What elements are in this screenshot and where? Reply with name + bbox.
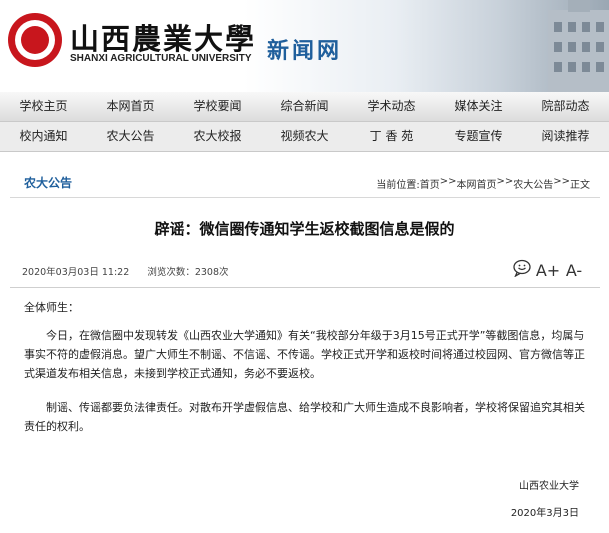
header-banner: 山西農業大學 SHANXI AGRICULTURAL UNIVERSITY 新闻… (0, 0, 609, 92)
nav-item-media[interactable]: 媒体关注 (435, 92, 522, 121)
breadcrumb-prefix: 当前位置: (376, 180, 420, 191)
sign-date: 2020年3月3日 (510, 508, 579, 519)
university-seal-logo[interactable] (8, 13, 62, 67)
breadcrumb-current: 正文 (570, 180, 590, 191)
greeting: 全体师生： (24, 301, 79, 314)
seal-core (21, 26, 49, 54)
nav-item-campus-notices[interactable]: 校内通知 (0, 122, 87, 151)
site-name[interactable]: 新闻网 (267, 33, 342, 65)
breadcrumb-site-home[interactable]: 本网首页 (456, 176, 496, 191)
signature: 山西农业大学 (519, 481, 579, 492)
article-views: 浏览次数：2308次 (147, 267, 229, 278)
seal-inner-ring (15, 20, 55, 60)
nav-item-announcements[interactable]: 农大公告 (87, 122, 174, 151)
section-title[interactable]: 农大公告 (24, 174, 72, 191)
section-header: 农大公告 当前位置: 首页 >> 本网首页 >> 农大公告 >> 正文 (10, 166, 600, 198)
article-title: 辟谣：微信圈传通知学生返校截图信息是假的 (154, 220, 455, 238)
university-name-en: SHANXI AGRICULTURAL UNIVERSITY (70, 53, 252, 64)
building-illustration (548, 10, 609, 92)
font-increase-button[interactable]: A+ (535, 261, 561, 280)
nav-item-video[interactable]: 视频农大 (261, 122, 348, 151)
divider (10, 287, 600, 288)
nav-item-features[interactable]: 专题宣传 (435, 122, 522, 151)
nav-item-reading[interactable]: 阅读推荐 (522, 122, 609, 151)
nav-item-general-news[interactable]: 综合新闻 (261, 92, 348, 121)
nav-item-academic[interactable]: 学术动态 (348, 92, 435, 121)
building-tower (568, 0, 590, 12)
nav-item-site-home[interactable]: 本网首页 (87, 92, 174, 121)
article-paragraph: 制谣、传谣都要负法律责任。对散布开学虚假信息、给学校和广大师生造成不良影响者，学… (24, 401, 585, 433)
article-tools: A+ A- (509, 259, 587, 281)
breadcrumb-separator: >> (553, 176, 570, 187)
university-name-cn[interactable]: 山西農業大學 (70, 16, 256, 58)
nav-item-departments[interactable]: 院部动态 (522, 92, 609, 121)
secondary-nav: 校内通知 农大公告 农大校报 视频农大 丁 香 苑 专题宣传 阅读推荐 (0, 122, 609, 152)
font-decrease-button[interactable]: A- (561, 261, 587, 280)
breadcrumb: 当前位置: 首页 >> 本网首页 >> 农大公告 >> 正文 (376, 176, 590, 191)
article-paragraph: 今日，在微信圈中发现转发《山西农业大学通知》有关“我校部分年级于3月15号正式开… (24, 329, 585, 380)
breadcrumb-home[interactable]: 首页 (420, 176, 440, 191)
article-meta: 2020年03月03日 11:22 浏览次数：2308次 (22, 264, 229, 278)
primary-nav: 学校主页 本网首页 学校要闻 综合新闻 学术动态 媒体关注 院部动态 (0, 92, 609, 122)
breadcrumb-announcements[interactable]: 农大公告 (513, 176, 553, 191)
article-date: 2020年03月03日 11:22 (22, 267, 130, 278)
comment-icon[interactable] (509, 259, 535, 281)
nav-item-school-home[interactable]: 学校主页 (0, 92, 87, 121)
nav-item-school-paper[interactable]: 农大校报 (174, 122, 261, 151)
nav-item-school-news[interactable]: 学校要闻 (174, 92, 261, 121)
breadcrumb-separator: >> (496, 176, 514, 187)
breadcrumb-separator: >> (439, 176, 457, 187)
nav-item-lilac[interactable]: 丁 香 苑 (348, 122, 435, 151)
